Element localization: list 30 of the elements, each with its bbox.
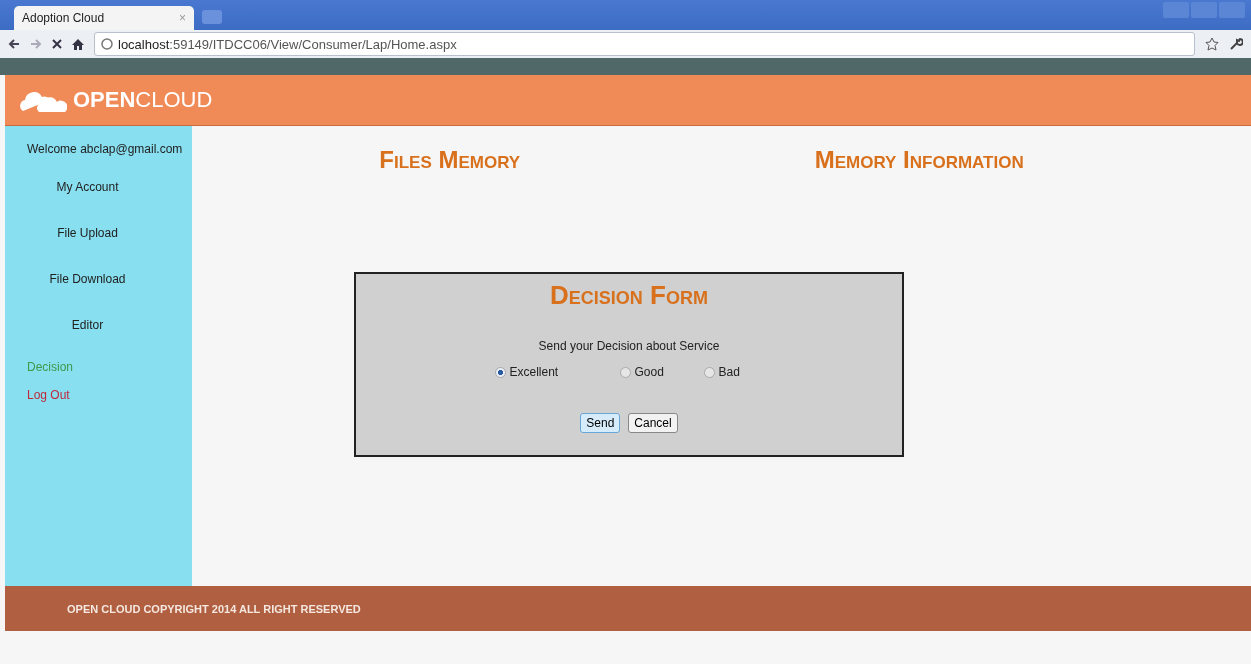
radio-label: Bad: [718, 365, 740, 379]
forward-icon[interactable]: [30, 38, 42, 50]
home-icon[interactable]: [72, 38, 84, 50]
star-icon[interactable]: [1205, 37, 1219, 51]
cancel-button[interactable]: Cancel: [628, 413, 678, 433]
radio-button[interactable]: [703, 366, 715, 378]
send-button[interactable]: Send: [580, 413, 621, 433]
globe-icon: [101, 38, 113, 50]
tab-title: Adoption Cloud: [22, 11, 106, 25]
site-logo: OPENCLOUD: [73, 87, 213, 113]
menu-link[interactable]: Editor: [5, 318, 192, 332]
menu-link[interactable]: File Upload: [5, 226, 192, 240]
form-prompt: Send your Decision about Service: [538, 339, 720, 353]
sidebar-link[interactable]: Log Out: [5, 388, 70, 402]
browser-tab[interactable]: Adoption Cloud ×: [14, 6, 194, 30]
radio-label: Good: [634, 365, 664, 379]
section-heading: Files Memory: [379, 146, 521, 174]
form-title: Decision Form: [550, 280, 708, 311]
stop-icon[interactable]: [52, 39, 62, 49]
back-icon[interactable]: [8, 38, 20, 50]
radio-button[interactable]: [619, 366, 631, 378]
wrench-icon[interactable]: [1229, 37, 1243, 51]
welcome-text: Welcome abclap@gmail.com: [26, 142, 183, 156]
section-heading: Memory Information: [814, 146, 1024, 174]
menu-link[interactable]: My Account: [5, 180, 192, 194]
address-field[interactable]: localhost:59149/ITDCC06/View/Consumer/Lap/Home.aspx: [94, 32, 1195, 56]
menu-link[interactable]: File Download: [5, 272, 192, 286]
radio-button[interactable]: [494, 366, 506, 378]
radio-label: Excellent: [509, 365, 559, 379]
copyright-text: OPEN CLOUD COPYRIGHT 2014 ALL RIGHT RESERVED: [67, 602, 361, 615]
